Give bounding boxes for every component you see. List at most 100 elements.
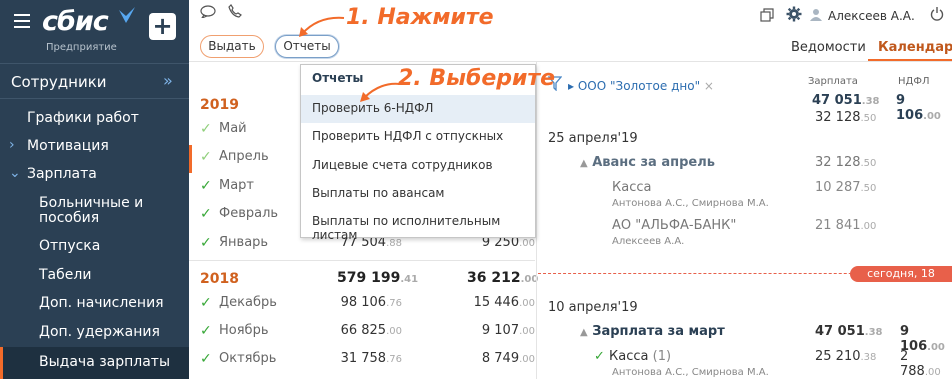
issue-button[interactable]: Выдать [200,35,264,58]
triangle-icon: ▲ [580,158,588,169]
value-kopecks: .50 [860,158,877,169]
hamburger-menu-icon[interactable] [14,14,30,28]
payment-count: (1) [652,349,672,364]
value-main: 31 758 [340,351,387,366]
org-filter[interactable]: ▸ ООО "Золотое дно" × [568,79,714,93]
payment-name: Аванс за апрель [592,155,715,170]
sidebar-item-salary-payout[interactable]: Выдача зарплаты [0,347,189,379]
windows-icon[interactable] [760,8,774,26]
annotation-step-2: 2. Выберите [398,66,556,91]
salary-march-sum: 47 051.38 [815,324,882,339]
kassa-sum: 10 287.50 [815,180,876,195]
check-icon: ✓ [200,178,212,194]
value-kopecks: .38 [861,96,880,107]
advance-row[interactable]: ▲ Аванс за апрель [580,155,715,170]
sidebar-item-label: Доп. начисления [39,295,164,311]
today-badge: сегодня, 18 апреля [850,266,952,296]
menu-item-label: Проверить НДФЛ с отпускных [312,129,504,143]
value-main: 32 128 [815,155,861,170]
add-button[interactable]: + [149,13,176,40]
user-name[interactable]: Алексеев А.А. [828,9,915,23]
year-2018-ndfl: 36 212.00 [467,270,538,286]
sidebar-section-employees[interactable]: Сотрудники » [0,63,189,99]
kassa-people: Антонова А.С., Смирнова М.А. [612,198,769,209]
value-kopecks: .00 [519,298,535,309]
org-name: ООО "Золотое дно" [577,79,701,93]
sidebar-item-schedules[interactable]: Графики работ [0,105,189,133]
total-salary-secondary: 32 128.50 [815,110,876,125]
year-2018-label[interactable]: 2018 [200,271,239,287]
sidebar-item-additional-deductions[interactable]: Доп. удержания [0,319,189,347]
value-main: 2 788 [900,349,925,379]
logo-row: сбис Предприятие + [0,0,189,60]
month-name: Апрель [219,149,269,164]
annotation-step-1: 1. Нажмите [346,5,494,30]
month-name: Октябрь [219,351,277,366]
user-avatar-icon[interactable] [810,8,822,25]
value-kopecks: .00 [519,354,535,365]
value-kopecks: .00 [860,221,877,232]
double-chevron-right-icon[interactable]: » [163,71,173,90]
check-icon: ✓ [200,295,212,311]
salary-march-row[interactable]: ▲ Зарплата за март [580,324,725,339]
menu-item-check-ndfl-vacations[interactable]: Проверить НДФЛ с отпускных [301,123,535,151]
check-icon: ✓ [200,149,212,165]
menu-item-check-6ndfl[interactable]: Проверить 6-НДФЛ [301,95,535,123]
check-icon: ✓ [594,349,605,364]
column-divider [536,62,537,379]
sidebar-item-label: Отпуска [39,238,101,254]
gear-icon[interactable] [786,6,802,26]
value-kopecks: .50 [860,183,877,194]
value-main: 47 051 [812,93,862,108]
phone-icon[interactable] [228,4,242,22]
month-name: Март [219,178,255,193]
value-kopecks: .00 [519,326,535,337]
sidebar-item-vacations[interactable]: Отпуска [0,233,189,261]
payment-name: Касса [609,349,649,364]
sidebar-item-additional-accruals[interactable]: Доп. начисления [0,290,189,318]
value-kopecks: .76 [386,298,402,309]
value-main: 579 199 [337,270,401,286]
value-main: 9 106 [896,93,924,123]
value-main: 8 749 [481,351,520,366]
month-row[interactable]: ✓ Декабрь 98 106.76 15 446.00 [189,291,535,319]
sidebar-item-label: Зарплата [27,166,97,182]
sidebar-item-salary[interactable]: ⌄ Зарплата [0,161,189,189]
value-kopecks: .76 [386,354,402,365]
sidebar-item-label: Выдача зарплаты [39,354,171,370]
close-icon[interactable]: × [704,79,714,93]
chat-icon[interactable] [200,5,216,22]
sidebar: сбис Предприятие + Сотрудники » Графики … [0,0,189,379]
check-icon: ✓ [200,323,212,339]
menu-item-label: Выплаты по авансам [312,186,445,200]
bank-sum: 21 841.00 [815,218,876,233]
month-row[interactable]: ✓ Октябрь 31 758.76 8 749.00 [189,347,535,375]
check-icon: ✓ [200,351,212,367]
sidebar-item-timesheets[interactable]: Табели [0,262,189,290]
kassa-people: Антонова А.С., Смирнова М.А. [612,367,769,378]
menu-item-writ-payments[interactable]: Выплаты по исполнительным листам [301,208,535,242]
sidebar-item-sick-leave[interactable]: Больничные и пособия [0,190,189,232]
brand-logo[interactable]: сбис [42,6,109,37]
kassa-row[interactable]: Касса [612,180,651,195]
annotation-arrow-2 [360,82,401,102]
bank-people: Алексеев А.А. [612,236,685,247]
check-icon: ✓ [200,206,212,222]
value-kopecks: .41 [400,274,419,285]
bank-row[interactable]: АО "АЛЬФА-БАНК" [612,218,736,233]
month-salary: 31 758.76 [341,351,402,366]
month-ndfl: 15 446.00 [474,295,535,310]
value-kopecks: .38 [864,327,883,338]
sidebar-section-label: Сотрудники [11,73,107,91]
menu-item-advance-payments[interactable]: Выплаты по авансам [301,180,535,208]
date-header: 25 апреля'19 [548,131,638,146]
month-ndfl: 9 107.00 [482,323,535,338]
tab-statements[interactable]: Ведомости [791,40,866,55]
power-icon[interactable] [930,6,944,25]
sidebar-item-motivation[interactable]: › Мотивация [0,133,189,161]
year-2019-label[interactable]: 2019 [200,97,239,113]
menu-item-employee-accounts[interactable]: Лицевые счета сотрудников [301,152,535,180]
month-row[interactable]: ✓ Ноябрь 66 825.00 9 107.00 [189,319,535,347]
tab-calendar[interactable]: Календарь [878,40,952,55]
kassa-row[interactable]: ✓ Касса (1) [594,349,671,364]
